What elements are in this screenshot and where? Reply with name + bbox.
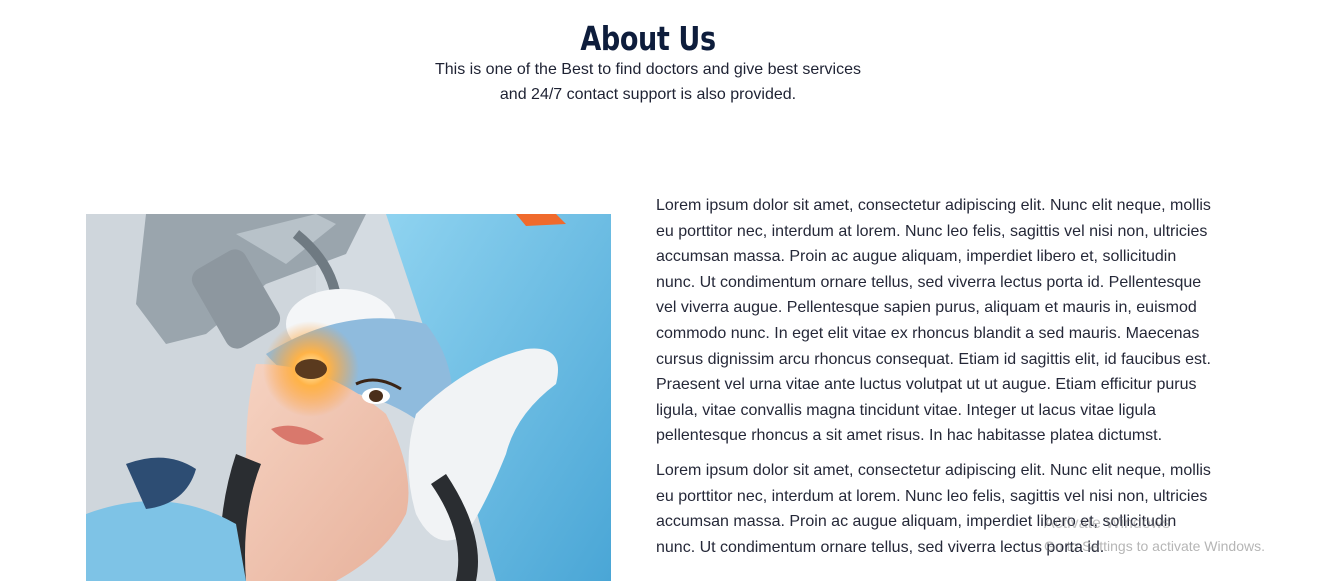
about-paragraph-1: Lorem ipsum dolor sit amet, consectetur … [656,197,1211,445]
page-title: About Us [580,19,716,59]
activation-watermark-text: Go to Settings to activate Windows. [1044,538,1265,554]
subtitle-line-1: This is one of the Best to find doctors … [435,61,861,78]
activation-watermark-title: Activate Windows [1044,515,1171,532]
subtitle-line-2: and 24/7 contact support is also provide… [499,86,797,103]
eye-surgery-photo [86,214,611,581]
section-subtitle: This is one of the Best to find doctors … [0,57,1296,107]
activation-watermark: Activate Windows Go to Settings to activ… [1044,512,1265,558]
